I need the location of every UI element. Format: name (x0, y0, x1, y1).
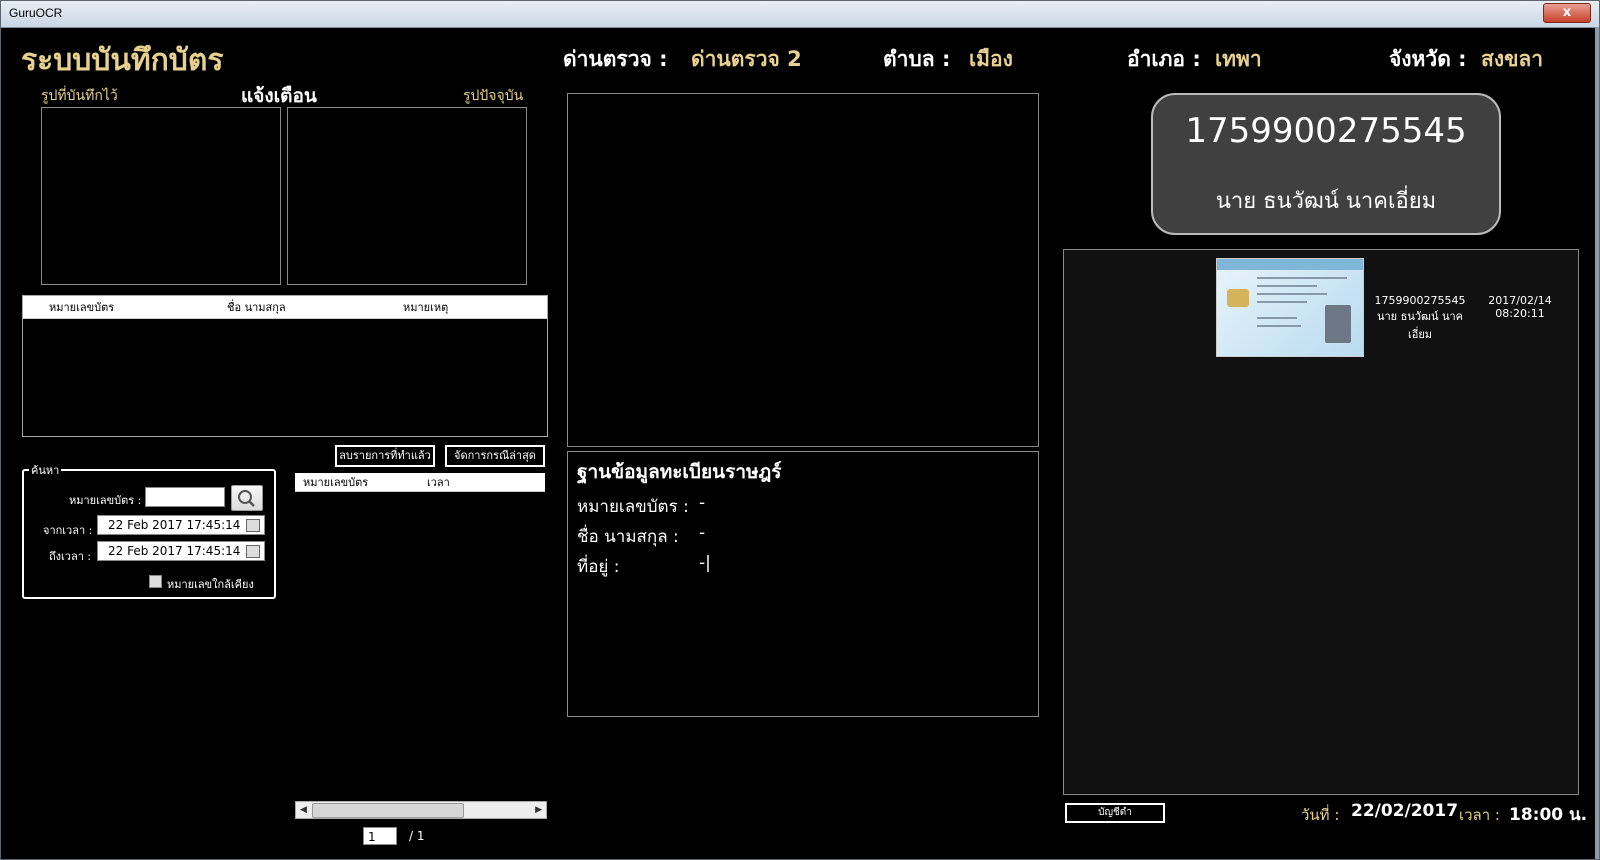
results-table-header: หมายเลขบัตร เวลา (295, 473, 545, 492)
main-content: ระบบบันทึกบัตร ด่านตรวจ : ด่านตรวจ 2 ตำบ… (5, 31, 1595, 855)
registry-panel (567, 451, 1039, 717)
search-icon (238, 490, 255, 507)
saved-photo-label: รูปที่บันทึกไว้ (41, 88, 118, 104)
from-time-value: 22 Feb 2017 17:45:14 (108, 518, 241, 532)
subdistrict-value: เมือง (969, 47, 1013, 71)
footer-time-label: เวลา : (1459, 806, 1500, 824)
manage-latest-button[interactable]: จัดการกรณีล่าสุด (445, 445, 545, 467)
similar-number-label: หมายเลขใกล้เคียง (167, 578, 254, 591)
scan-results-panel[interactable]: 1759900275545 นาย ธนวัฒน์ นาคเอี่ยม 2017… (1063, 249, 1579, 795)
id-card-name: นาย ธนวัฒน์ นาคเอี่ยม (1215, 189, 1437, 214)
registry-name-label: ชื่อ นามสกุล : (577, 527, 679, 547)
title-bar: GuruOCR x (1, 1, 1599, 28)
search-legend: ค้นหา (29, 461, 62, 479)
similar-number-checkbox[interactable] (149, 575, 162, 588)
result-name: นาย ธนวัฒน์ นาคเอี่ยม (1376, 310, 1464, 341)
result-date: 2017/02/14 (1488, 294, 1552, 307)
checkpoint-value: ด่านตรวจ 2 (691, 47, 802, 71)
result-time: 08:20:11 (1495, 307, 1545, 320)
to-time-label: ถึงเวลา : (49, 550, 92, 563)
search-button[interactable] (231, 485, 263, 511)
registry-card-value: - (699, 493, 706, 513)
results-table[interactable]: หมายเลขบัตร เวลา (295, 473, 545, 795)
close-button[interactable]: x (1543, 3, 1591, 23)
alert-table[interactable]: หมายเลขบัตร ชื่อ นามสกุล หมายเหตุ (22, 295, 548, 437)
registry-address-value: -| (699, 553, 711, 573)
horizontal-scrollbar[interactable]: ◀ ▶ (295, 801, 547, 819)
calendar-icon (246, 519, 260, 532)
district-value: เทพา (1215, 47, 1262, 71)
registry-title: ฐานข้อมูลทะเบียนราษฎร์ (577, 461, 782, 483)
district-label: อำเภอ : (1127, 47, 1201, 71)
province-label: จังหวัด : (1389, 47, 1467, 71)
footer-time-value: 18:00 น. (1509, 805, 1588, 825)
from-time-label: จากเวลา : (43, 524, 93, 537)
card-portrait (1325, 305, 1351, 343)
result-card-number: 1759900275545 (1374, 294, 1466, 307)
calendar-icon (246, 545, 260, 558)
province-value: สงขลา (1481, 47, 1544, 71)
column-full-name[interactable]: ชื่อ นามสกุล (227, 298, 403, 316)
card-number-input[interactable] (145, 487, 225, 507)
to-time-picker[interactable]: 22 Feb 2017 17:45:14 (97, 541, 265, 561)
to-time-value: 22 Feb 2017 17:45:14 (108, 544, 241, 558)
current-photo-label: รูปปัจจุบัน (463, 88, 524, 104)
id-card-display: 1759900275545 นาย ธนวัฒน์ นาคเอี่ยม (1151, 93, 1501, 235)
blacklist-button[interactable]: บัญชีดำ (1065, 803, 1165, 823)
camera-view (567, 93, 1039, 447)
from-time-picker[interactable]: 22 Feb 2017 17:45:14 (97, 515, 265, 535)
id-card-image[interactable] (1216, 258, 1364, 357)
saved-photo-box (41, 107, 281, 285)
registry-card-label: หมายเลขบัตร : (577, 497, 689, 517)
column-card-number[interactable]: หมายเลขบัตร (303, 473, 427, 491)
scroll-thumb[interactable] (312, 803, 464, 818)
scroll-right-icon[interactable]: ▶ (535, 802, 542, 818)
page-number-input[interactable]: 1 (363, 827, 397, 845)
registry-address-label: ที่อยู่ : (577, 557, 620, 577)
id-card-number: 1759900275545 (1185, 111, 1467, 151)
window-edge (1595, 27, 1599, 859)
current-photo-box (287, 107, 527, 285)
card-chip-icon (1227, 289, 1249, 307)
app-title: ระบบบันทึกบัตร (21, 43, 224, 78)
window-title: GuruOCR (9, 6, 63, 20)
column-time[interactable]: เวลา (427, 473, 450, 491)
footer-date-label: วันที่ : (1301, 806, 1340, 824)
delete-done-button[interactable]: ลบรายการที่ทำแล้ว (335, 445, 435, 467)
checkpoint-label: ด่านตรวจ : (563, 47, 668, 71)
column-remark[interactable]: หมายเหตุ (403, 298, 448, 316)
footer-date-value: 22/02/2017 (1351, 801, 1459, 821)
app-window: GuruOCR x ระบบบันทึกบัตร ด่านตรวจ : ด่าน… (0, 0, 1600, 860)
page-total: / 1 (409, 829, 425, 843)
scroll-left-icon[interactable]: ◀ (300, 802, 307, 818)
alert-table-header: หมายเลขบัตร ชื่อ นามสกุล หมายเหตุ (23, 296, 547, 319)
subdistrict-label: ตำบล : (883, 47, 951, 71)
column-card-number[interactable]: หมายเลขบัตร (49, 298, 227, 316)
card-number-label: หมายเลขบัตร : (69, 494, 142, 507)
registry-name-value: - (699, 523, 706, 543)
